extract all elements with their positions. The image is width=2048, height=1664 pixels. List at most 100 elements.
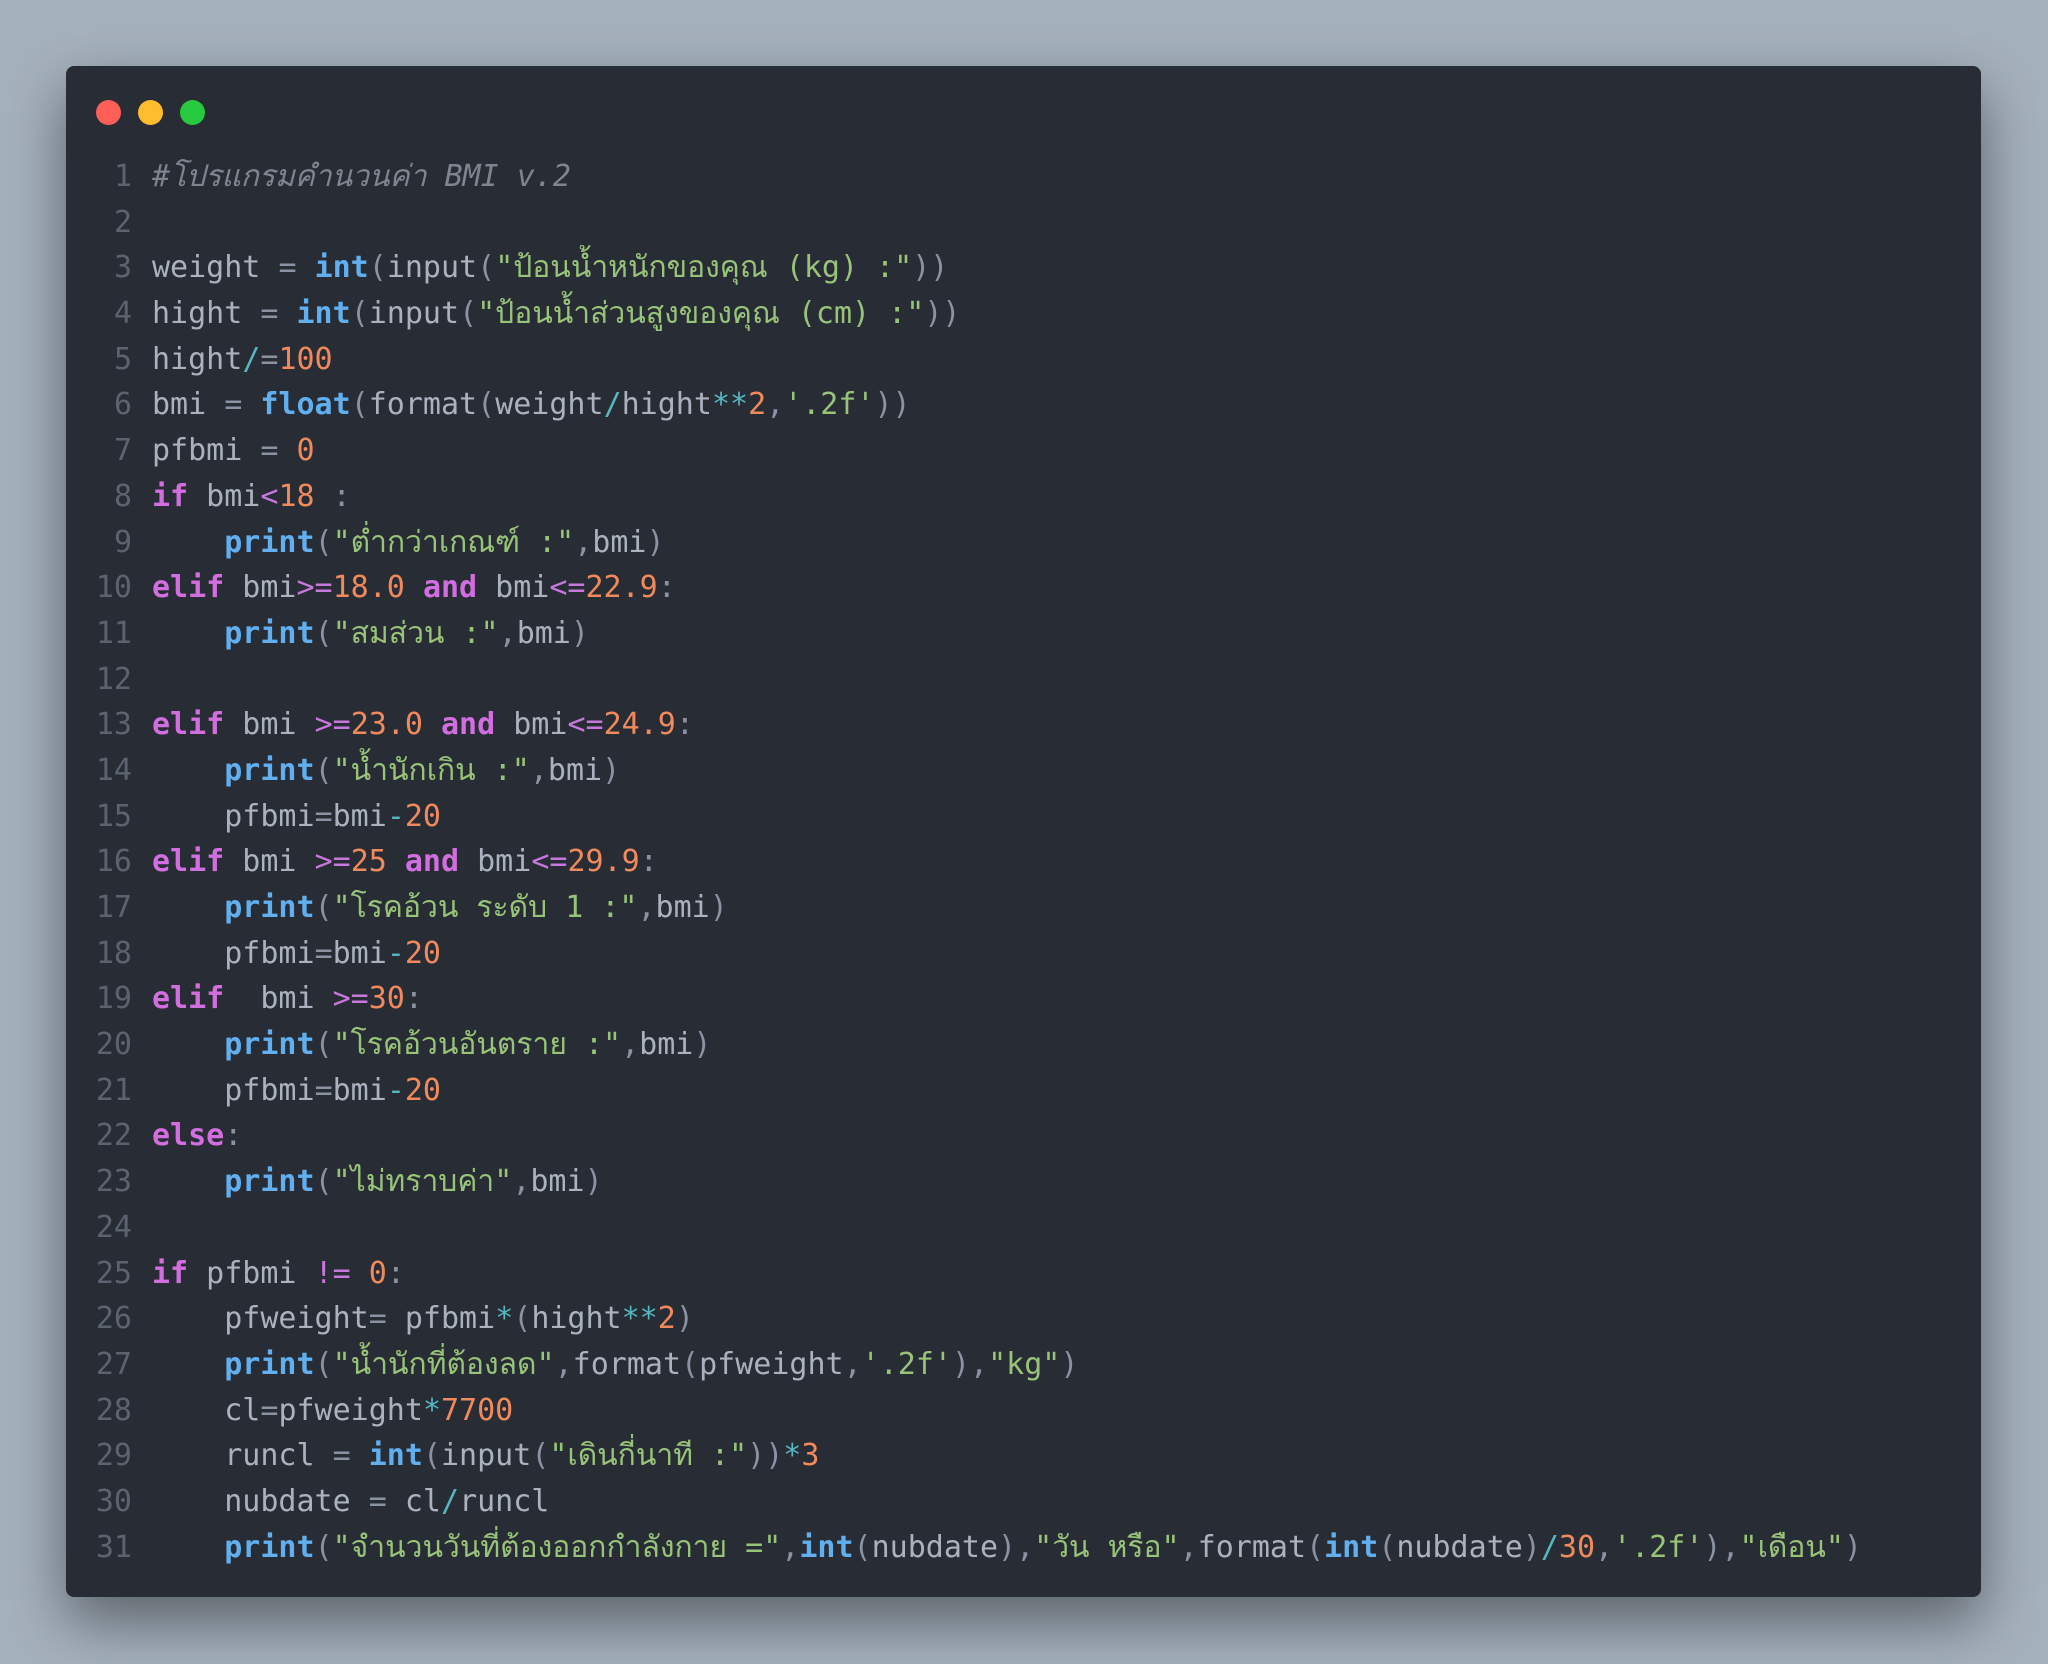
code-token-text: pfweight xyxy=(278,1392,423,1428)
line-code: bmi = float(format(weight/hight**2,'.2f'… xyxy=(152,382,911,428)
code-token-builtin: int xyxy=(799,1529,854,1565)
code-line: 2 xyxy=(66,200,1981,246)
code-token-builtin: int xyxy=(296,296,351,332)
code-token-punct: ) xyxy=(1522,1529,1541,1565)
code-line: 1 #โปรแกรมคำนวนค่า BMI v.2 xyxy=(66,154,1981,200)
code-token-punct: : xyxy=(404,981,423,1017)
code-token-keyword: elif xyxy=(152,981,225,1017)
line-number: 17 xyxy=(95,890,132,925)
code-token-builtin: print xyxy=(224,890,315,925)
code-token-keyword: and xyxy=(422,570,478,606)
line-code: if pfbmi != 0: xyxy=(152,1251,405,1297)
code-token-operator: >= xyxy=(314,844,351,880)
code-token-number: 24.9 xyxy=(603,707,676,743)
code-token-keyword: if xyxy=(152,1255,189,1291)
close-dot-icon[interactable] xyxy=(96,100,121,125)
maximize-dot-icon[interactable] xyxy=(180,100,205,125)
code-token-text: weight xyxy=(152,250,279,286)
code-token-aop: * xyxy=(495,1301,514,1337)
code-line: 17 print("โรคอ้วน ระดับ 1 :",bmi) xyxy=(66,885,1981,931)
code-token-text: bmi xyxy=(332,798,387,834)
line-code: pfbmi=bmi-20 xyxy=(152,931,441,977)
code-token-operator: != xyxy=(314,1255,351,1291)
code-line: 18 pfbmi=bmi-20 xyxy=(66,931,1981,977)
code-token-punct: : xyxy=(675,707,694,743)
code-line: 9 print("ต่ำกว่าเกณฑ์ :",bmi) xyxy=(66,520,1981,566)
code-token-punct: )) xyxy=(912,250,949,286)
code-token-punct: ( xyxy=(1378,1529,1397,1565)
code-line: 20 print("โรคอ้วนอันตราย :",bmi) xyxy=(66,1022,1981,1068)
code-token-keyword: elif xyxy=(152,707,225,743)
code-token-text: bmi xyxy=(477,570,550,606)
code-token-builtin: print xyxy=(224,752,315,788)
code-line: 23 print("ไม่ทราบค่า",bmi) xyxy=(66,1159,1981,1205)
code-line: 16 elif bmi >=25 and bmi<=29.9: xyxy=(66,839,1981,885)
code-token-operator: < xyxy=(260,478,279,514)
code-token-text: pfbmi xyxy=(152,433,261,469)
code-token-text: format xyxy=(572,1346,682,1382)
code-token-text: bmi xyxy=(188,478,261,514)
code-token-number: 29.9 xyxy=(567,844,640,880)
code-line: 22 else: xyxy=(66,1113,1981,1159)
line-code: runcl = int(input("เดินกี่นาที :"))*3 xyxy=(152,1433,819,1479)
minimize-dot-icon[interactable] xyxy=(138,100,163,125)
code-token-punct: : xyxy=(639,844,658,880)
code-token-text: input xyxy=(441,1438,532,1474)
code-token-punct: = xyxy=(260,1392,279,1428)
code-token-string: "เดือน" xyxy=(1739,1529,1844,1565)
code-token-text: nubdate xyxy=(152,1483,369,1519)
code-token-string: "น้ำนักที่ต้องลด" xyxy=(332,1346,555,1382)
code-token-punct: ( xyxy=(459,296,478,332)
code-token-punct: ( xyxy=(314,615,333,651)
code-token-text: bmi xyxy=(332,935,387,971)
line-code: hight = int(input("ป้อนน้ำส่วนสูงของคุณ … xyxy=(152,291,960,337)
code-token-builtin: print xyxy=(224,1027,315,1063)
code-token-punct: = xyxy=(224,387,243,423)
code-token-aop: ** xyxy=(711,387,749,423)
code-token-aop: * xyxy=(783,1438,802,1474)
code-token-string: '.2f' xyxy=(784,387,875,423)
code-token-punct: ( xyxy=(314,890,333,925)
code-token-punct: , xyxy=(1179,1529,1198,1565)
line-code: #โปรแกรมคำนวนค่า BMI v.2 xyxy=(152,154,571,200)
code-token-punct: = xyxy=(260,296,279,332)
code-token-text: bmi xyxy=(224,570,297,606)
line-number: 27 xyxy=(95,1346,132,1382)
code-token-string: "ป้อนน้ำหนักของคุณ (kg) :" xyxy=(495,250,913,286)
code-token-punct: = xyxy=(260,433,279,469)
code-token-punct: ( xyxy=(477,250,496,286)
code-token-string: "โรคอ้วน ระดับ 1 :" xyxy=(332,890,638,925)
code-token-punct: , xyxy=(621,1027,640,1063)
code-token-operator: <= xyxy=(549,570,586,606)
code-token-text: pfbmi xyxy=(188,1255,315,1291)
code-line: 29 runcl = int(input("เดินกี่นาที :"))*3 xyxy=(66,1433,1981,1479)
code-token-punct: = xyxy=(314,798,333,834)
code-token-text: cl xyxy=(386,1483,441,1519)
code-token-punct: ( xyxy=(477,387,496,423)
code-token-aop: ** xyxy=(621,1301,658,1337)
code-token-number: 2 xyxy=(657,1301,676,1337)
code-token-string: "น้ำนักเกิน :" xyxy=(332,752,530,788)
code-line: 8 if bmi<18 : xyxy=(66,474,1981,520)
code-token-punct: )) xyxy=(747,1438,784,1474)
line-code: hight/=100 xyxy=(152,337,333,383)
code-token-string: "ป้อนน้ำส่วนสูงของคุณ (cm) :" xyxy=(477,296,925,332)
code-token-text: runcl xyxy=(152,1438,333,1474)
code-token-aop: / xyxy=(242,341,261,377)
line-code: print("โรคอ้วนอันตราย :",bmi) xyxy=(152,1022,711,1068)
code-token-punct: ( xyxy=(314,524,333,560)
line-number: 13 xyxy=(95,707,132,743)
code-token-string: "เดินกี่นาที :" xyxy=(549,1438,748,1474)
code-token-builtin: print xyxy=(224,1346,315,1382)
code-token-aop: / xyxy=(441,1483,460,1519)
line-number: 5 xyxy=(113,341,132,377)
code-token-punct: , xyxy=(766,387,785,423)
code-line: 27 print("น้ำนักที่ต้องลด",format(pfweig… xyxy=(66,1342,1981,1388)
code-token-number: 3 xyxy=(801,1438,820,1474)
